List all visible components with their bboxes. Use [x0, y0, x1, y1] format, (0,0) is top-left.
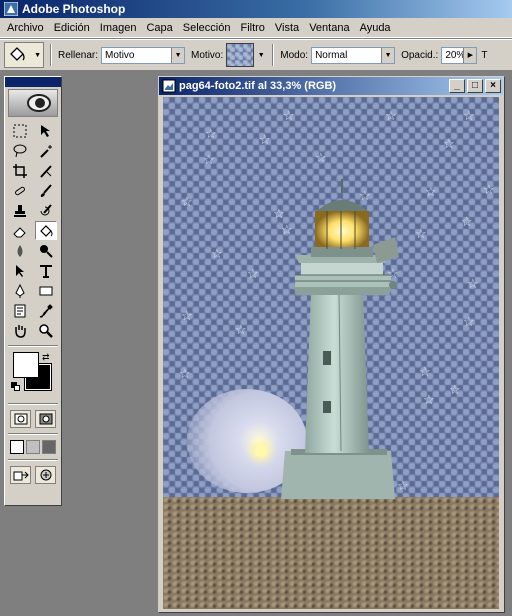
type-icon[interactable] [35, 261, 57, 280]
chevron-right-icon: ▶ [463, 47, 477, 63]
minimize-button[interactable]: _ [449, 79, 465, 93]
opacity-field[interactable]: 20% ▶ [441, 46, 478, 64]
opacity-label: Opacid.: [401, 49, 439, 61]
options-bar: ▼ Rellenar: Motivo ▼ Motivo: ▼ Modo: Nor… [0, 39, 512, 71]
maximize-button[interactable]: □ [467, 79, 483, 93]
chevron-down-icon[interactable]: ▼ [256, 44, 266, 66]
mode-label: Modo: [280, 49, 309, 61]
dodge-icon[interactable] [35, 241, 57, 260]
default-colors-icon[interactable] [11, 382, 21, 392]
full-screen-mode-button[interactable] [42, 440, 56, 454]
toolbox: ⇄ [4, 76, 62, 506]
notes-icon[interactable] [9, 301, 31, 320]
eraser-icon[interactable] [9, 221, 31, 240]
document-title: pag64-foto2.tif al 33,3% (RGB) [179, 80, 337, 92]
menu-ventana[interactable]: Ventana [306, 22, 356, 34]
blur-icon[interactable] [9, 241, 31, 260]
mode-select[interactable]: Normal ▼ [311, 46, 396, 64]
quick-mask-mode-button[interactable] [35, 410, 56, 428]
image-canvas[interactable]: ☆ ☆ ☆ ☆ ☆ ☆ ☆ ☆ ☆ ☆ ☆ ☆ ☆ ☆ ☆ ☆ ☆ ☆ ☆ ☆ ☆ ☆ ☆ ☆ ☆ ☆ ☆ ☆ [163, 97, 499, 609]
clone-stamp-icon[interactable] [9, 201, 31, 220]
crop-icon[interactable] [9, 161, 31, 180]
chevron-down-icon: ▼ [34, 51, 41, 59]
menu-ayuda[interactable]: Ayuda [357, 22, 398, 34]
separator [8, 433, 58, 435]
standard-mode-button[interactable] [10, 410, 31, 428]
path-selection-icon[interactable] [9, 261, 31, 280]
menu-bar: Archivo Edición Imagen Capa Selección Fi… [0, 18, 512, 38]
foreground-color-swatch[interactable] [13, 352, 39, 378]
menu-edicion[interactable]: Edición [51, 22, 97, 34]
pen-icon[interactable] [9, 281, 31, 300]
close-button[interactable]: × [485, 79, 501, 93]
document-title-bar[interactable]: pag64-foto2.tif al 33,3% (RGB) _ □ × [159, 77, 503, 95]
swap-colors-icon[interactable]: ⇄ [42, 352, 50, 363]
mode-value: Normal [315, 49, 348, 61]
rectangle-icon[interactable] [35, 281, 57, 300]
jump-to-imageready-button[interactable] [10, 466, 31, 484]
pattern-swatch[interactable] [226, 43, 255, 67]
opacity-value: 20% [445, 49, 466, 61]
separator [8, 459, 58, 461]
healing-brush-icon[interactable] [9, 181, 31, 200]
fill-label: Rellenar: [58, 49, 99, 61]
paint-bucket-icon[interactable] [35, 221, 57, 240]
slice-icon[interactable] [35, 161, 57, 180]
toolbox-title-bar[interactable] [5, 77, 61, 87]
separator [8, 345, 58, 347]
menu-filtro[interactable]: Filtro [237, 22, 271, 34]
pattern-label: Motivo: [191, 49, 224, 61]
imageready-icon[interactable] [35, 466, 56, 484]
fill-value: Motivo [105, 49, 135, 61]
separator [8, 403, 58, 405]
separator [272, 44, 275, 66]
photoshop-app-icon [4, 2, 18, 16]
brush-icon[interactable] [35, 181, 57, 200]
marquee-icon[interactable] [9, 121, 31, 140]
menu-imagen[interactable]: Imagen [97, 22, 144, 34]
fill-select[interactable]: Motivo ▼ [101, 46, 186, 64]
eyedropper-icon[interactable] [35, 301, 57, 320]
paint-bucket-icon [10, 47, 25, 61]
zoom-icon[interactable] [35, 321, 57, 340]
menu-seleccion[interactable]: Selección [180, 22, 238, 34]
move-icon[interactable] [35, 121, 57, 140]
standard-screen-mode-button[interactable] [10, 440, 24, 454]
app-title: Adobe Photoshop [22, 2, 126, 16]
chevron-down-icon: ▼ [171, 47, 185, 63]
eye-logo-icon [27, 94, 51, 112]
lasso-icon[interactable] [9, 141, 31, 160]
menu-archivo[interactable]: Archivo [4, 22, 51, 34]
document-icon [162, 79, 176, 93]
document-window: pag64-foto2.tif al 33,3% (RGB) _ □ × ☆ ☆ ☆… [158, 76, 504, 612]
magic-wand-icon[interactable] [35, 141, 57, 160]
color-swatches: ⇄ [9, 350, 57, 400]
tolerance-label-truncated: T [481, 49, 488, 61]
menu-vista[interactable]: Vista [272, 22, 306, 34]
history-brush-icon[interactable] [35, 201, 57, 220]
app-title-bar: Adobe Photoshop [0, 0, 512, 18]
chevron-down-icon: ▼ [381, 47, 395, 63]
lighthouse [281, 179, 399, 499]
separator [50, 44, 52, 66]
hand-icon[interactable] [9, 321, 31, 340]
toolbox-logo[interactable] [8, 89, 58, 117]
menu-capa[interactable]: Capa [143, 22, 179, 34]
tool-preset-picker[interactable]: ▼ [4, 42, 44, 68]
full-screen-menu-mode-button[interactable] [26, 440, 40, 454]
